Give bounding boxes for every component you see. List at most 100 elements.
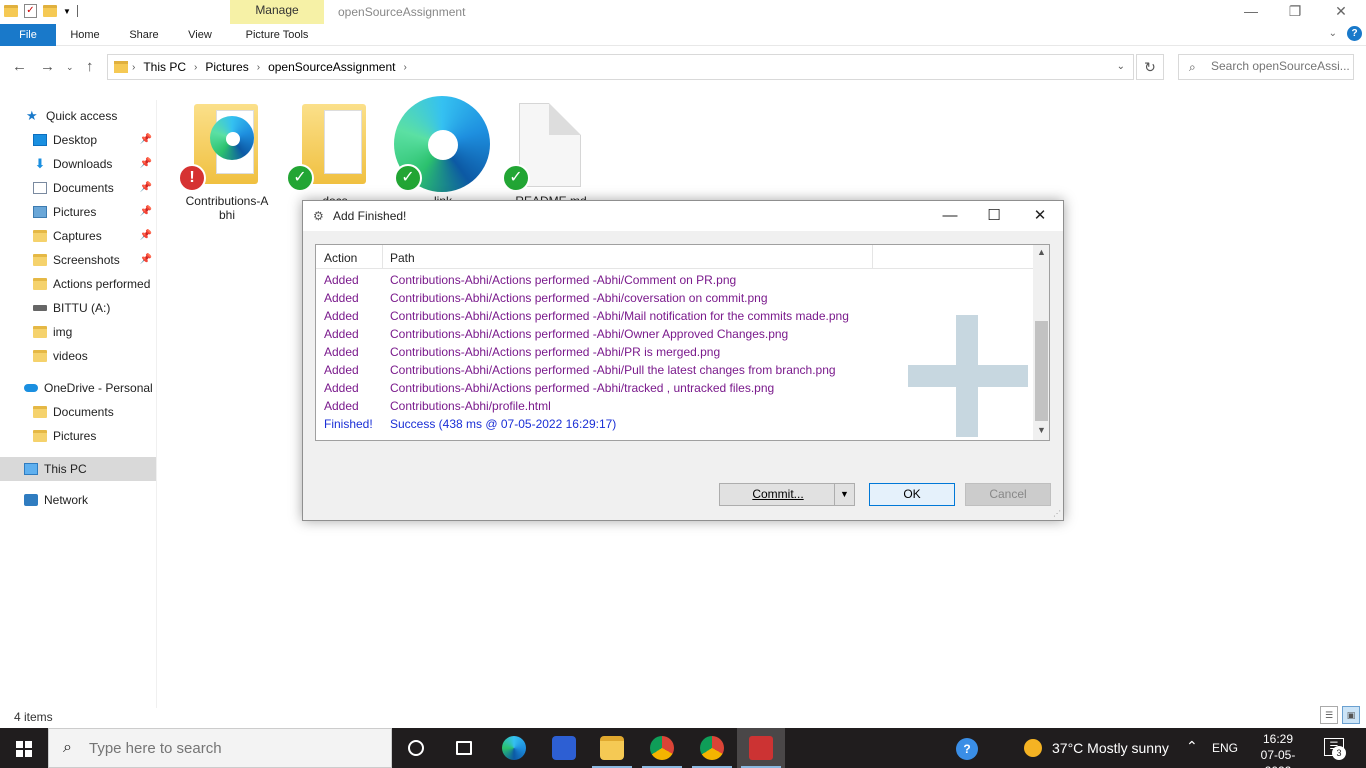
expand-ribbon-icon[interactable]: ⌄ — [1329, 28, 1337, 39]
taskbar-search-input[interactable] — [89, 740, 379, 757]
taskbar-app-chrome[interactable] — [638, 728, 686, 768]
recent-locations-icon[interactable]: ⌄ — [66, 62, 74, 73]
start-button[interactable] — [0, 728, 48, 768]
dialog-minimize-button[interactable]: — — [927, 201, 973, 231]
sidebar-item-onedrive-documents[interactable]: Documents — [0, 400, 156, 424]
list-item[interactable]: Added Contributions-Abhi/Actions perform… — [316, 325, 1036, 343]
column-header-path[interactable]: Path — [390, 251, 415, 265]
row-path: Contributions-Abhi/Actions performed -Ab… — [390, 273, 737, 287]
sidebar-item-desktop[interactable]: Desktop 📌 — [0, 128, 156, 152]
row-path: Contributions-Abhi/Actions performed -Ab… — [390, 327, 789, 341]
minimize-button[interactable]: — — [1228, 0, 1274, 24]
quick-access-toolbar: ✓ ▼ — [4, 4, 78, 18]
scroll-down-icon[interactable]: ▼ — [1033, 425, 1049, 435]
weather-sun-icon[interactable] — [1024, 739, 1042, 757]
sidebar-item-label: Actions performed — [53, 277, 151, 291]
taskbar-app-chrome-profile[interactable] — [688, 728, 736, 768]
chevron-right-icon[interactable]: › — [257, 62, 260, 73]
details-view-icon[interactable]: ☰ — [1320, 706, 1338, 724]
sidebar-item-pictures[interactable]: Pictures 📌 — [0, 200, 156, 224]
results-list[interactable]: Action Path Added Contributions-Abhi/Act… — [315, 244, 1050, 441]
tab-share[interactable]: Share — [122, 24, 166, 46]
tab-home[interactable]: Home — [62, 24, 108, 46]
scroll-up-icon[interactable]: ▲ — [1033, 247, 1049, 257]
taskbar-app-sumatra[interactable] — [540, 728, 588, 768]
taskbar-search[interactable]: ⌕ — [48, 728, 392, 768]
commit-button[interactable]: Commit... ▼ — [719, 483, 855, 506]
breadcrumb-opensourceassignment[interactable]: openSourceAssignment — [268, 60, 395, 74]
list-item[interactable]: Added Contributions-Abhi/Actions perform… — [316, 343, 1036, 361]
sidebar-item-onedrive-pictures[interactable]: Pictures — [0, 424, 156, 448]
cortana-button[interactable] — [392, 728, 440, 768]
sidebar-item-screenshots[interactable]: Screenshots 📌 — [0, 248, 156, 272]
search-input[interactable] — [1211, 59, 1351, 73]
taskbar-app-edge[interactable] — [490, 728, 538, 768]
back-arrow-icon[interactable]: ← — [12, 58, 27, 75]
list-item[interactable]: Added Contributions-Abhi/Actions perform… — [316, 361, 1036, 379]
address-bar[interactable]: › This PC › Pictures › openSourceAssignm… — [107, 54, 1134, 80]
resize-grip-icon[interactable]: ⋰ — [1053, 509, 1061, 518]
pin-icon: 📌 — [139, 206, 152, 217]
manage-tab-label[interactable]: Manage — [230, 3, 324, 17]
chevron-right-icon[interactable]: › — [194, 62, 197, 73]
sidebar-item-quick-access[interactable]: ★ Quick access — [0, 104, 156, 128]
sidebar-item-this-pc[interactable]: This PC — [0, 457, 156, 481]
customize-toolbar-icon[interactable]: ▼ — [63, 7, 71, 16]
restore-button[interactable]: ❐ — [1272, 0, 1318, 24]
list-item[interactable]: Added Contributions-Abhi/profile.html — [316, 397, 1036, 415]
task-view-button[interactable] — [440, 728, 488, 768]
new-folder-icon[interactable] — [43, 5, 57, 17]
drive-icon — [33, 305, 47, 311]
dialog-maximize-button[interactable]: ☐ — [971, 201, 1017, 231]
vertical-scrollbar[interactable]: ▲ ▼ — [1033, 245, 1049, 440]
sidebar-item-label: Documents — [53, 405, 114, 419]
list-item[interactable]: Added Contributions-Abhi/Actions perform… — [316, 271, 1036, 289]
chevron-up-icon[interactable]: ⌃ — [1186, 738, 1198, 768]
list-item[interactable]: Added Contributions-Abhi/Actions perform… — [316, 307, 1036, 325]
sidebar-item-captures[interactable]: Captures 📌 — [0, 224, 156, 248]
search-box[interactable]: ⌕ — [1178, 54, 1354, 80]
sidebar-item-documents[interactable]: Documents 📌 — [0, 176, 156, 200]
folder-icon[interactable] — [4, 5, 18, 17]
scrollbar-thumb[interactable] — [1035, 321, 1048, 421]
chevron-down-icon[interactable]: ▼ — [834, 484, 854, 505]
dialog-close-button[interactable]: ✕ — [1017, 201, 1063, 231]
list-item[interactable]: Added Contributions-Abhi/Actions perform… — [316, 379, 1036, 397]
sidebar-item-onedrive[interactable]: OneDrive - Personal — [0, 376, 156, 400]
sidebar-item-label: Quick access — [46, 109, 118, 123]
cancel-button[interactable]: Cancel — [965, 483, 1051, 506]
sidebar-item-videos[interactable]: videos — [0, 344, 156, 368]
sidebar-item-actions-performed[interactable]: Actions performed — [0, 272, 156, 296]
properties-icon[interactable]: ✓ — [24, 4, 37, 18]
breadcrumb-this-pc[interactable]: This PC — [143, 60, 186, 74]
list-item-finished[interactable]: Finished! Success (438 ms @ 07-05-2022 1… — [316, 415, 1036, 433]
language-indicator[interactable]: ENG — [1212, 741, 1238, 768]
forward-arrow-icon[interactable]: → — [40, 58, 55, 75]
breadcrumb-pictures[interactable]: Pictures — [205, 60, 248, 74]
chevron-right-icon[interactable]: › — [404, 62, 407, 73]
list-item[interactable]: Added Contributions-Abhi/Actions perform… — [316, 289, 1036, 307]
ok-button[interactable]: OK — [869, 483, 955, 506]
chevron-right-icon[interactable]: › — [132, 62, 135, 73]
pictures-icon — [33, 206, 47, 218]
close-button[interactable]: ✕ — [1318, 0, 1364, 24]
column-header-action[interactable]: Action — [324, 251, 357, 265]
sidebar-item-downloads[interactable]: ⬇ Downloads 📌 — [0, 152, 156, 176]
sidebar-item-bittu-drive[interactable]: BITTU (A:) — [0, 296, 156, 320]
taskbar-app-tortoisegit[interactable] — [737, 728, 785, 768]
sidebar-item-network[interactable]: Network — [0, 488, 156, 512]
tab-picture-tools[interactable]: Picture Tools — [230, 24, 324, 46]
help-icon[interactable]: ? — [1347, 26, 1362, 41]
clock-date: 07-05-2022 — [1260, 748, 1296, 768]
weather-text[interactable]: 37°C Mostly sunny — [1052, 740, 1169, 768]
chevron-down-icon[interactable]: ⌄ — [1117, 61, 1125, 72]
help-icon[interactable]: ? — [956, 738, 978, 760]
taskbar-app-file-explorer[interactable] — [588, 728, 636, 768]
tab-view[interactable]: View — [180, 24, 220, 46]
refresh-button[interactable]: ↻ — [1136, 54, 1164, 80]
tab-file[interactable]: File — [0, 24, 56, 46]
system-clock[interactable]: 16:29 07-05-2022 — [1248, 731, 1308, 768]
sidebar-item-img[interactable]: img — [0, 320, 156, 344]
up-arrow-icon[interactable]: ↑ — [86, 58, 94, 75]
large-icons-view-icon[interactable]: ▣ — [1342, 706, 1360, 724]
